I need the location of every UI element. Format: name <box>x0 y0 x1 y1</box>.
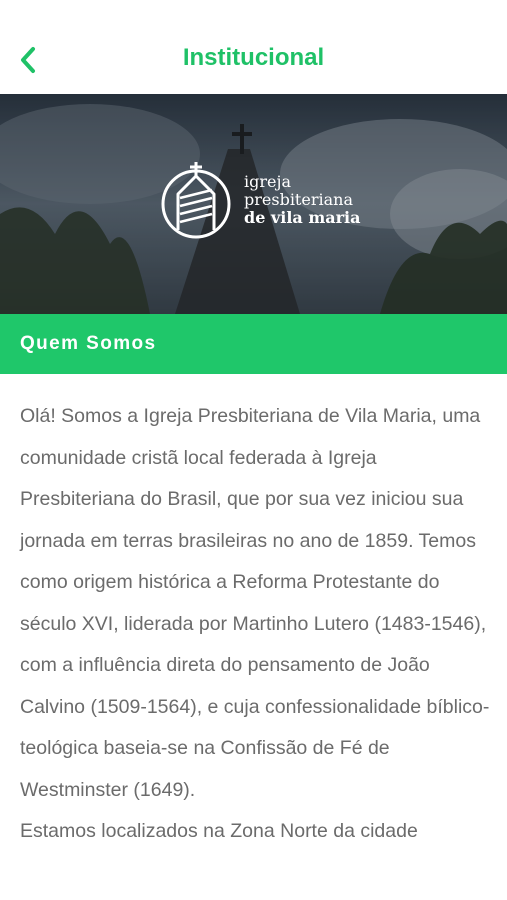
logo-line-vila-maria: de vila maria <box>244 208 361 227</box>
navigation-bar: Institucional <box>0 0 507 94</box>
hero-banner: igreja presbiteriana de vila maria <box>0 94 507 314</box>
church-logo: igreja presbiteriana de vila maria <box>160 160 361 240</box>
page-title: Institucional <box>182 44 325 71</box>
about-paragraph-1: Olá! Somos a Igreja Presbiteriana de Vil… <box>20 405 490 801</box>
about-paragraph-2: Estamos localizados na Zona Norte da cid… <box>20 820 418 842</box>
section-title: Quem Somos <box>20 333 157 354</box>
section-header: Quem Somos <box>0 314 507 374</box>
church-logo-icon <box>161 162 231 239</box>
logo-line-igreja: igreja <box>244 172 291 191</box>
about-text: Olá! Somos a Igreja Presbiteriana de Vil… <box>20 396 490 853</box>
church-logo-text: igreja presbiteriana de vila maria <box>244 173 361 227</box>
logo-line-presbiteriana: presbiteriana <box>244 190 353 209</box>
